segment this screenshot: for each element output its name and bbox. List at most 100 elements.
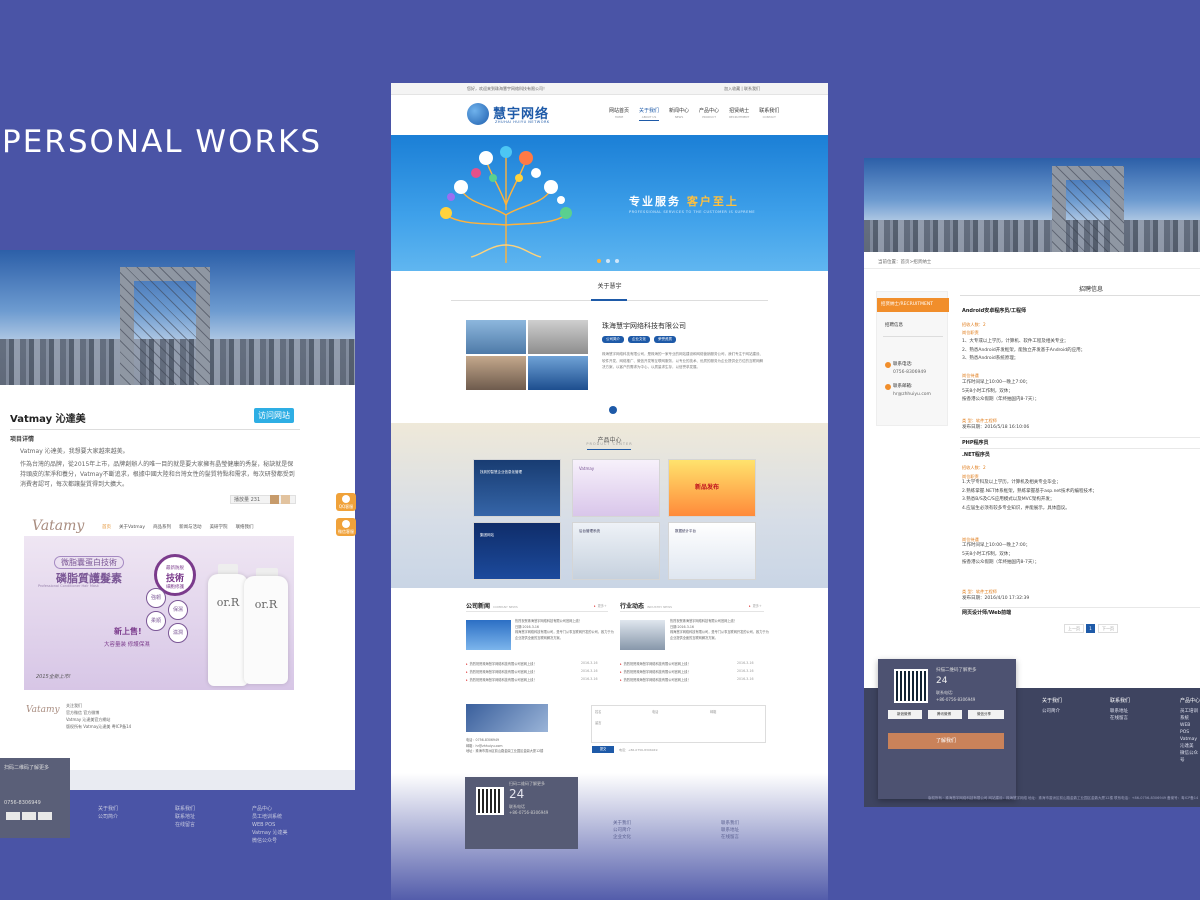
nav-about[interactable]: 关于我们 ABOUT US: [639, 107, 660, 121]
nav-news[interactable]: 新闻中心 NEWS: [669, 107, 689, 121]
like-button[interactable]: [281, 495, 290, 504]
qq-service-button[interactable]: QQ客服: [336, 493, 356, 511]
message-field[interactable]: 留言: [595, 720, 601, 725]
feature-circle: 柔順: [146, 611, 166, 631]
contact-info: 电话：0756-8306949 邮箱：hr@zhhuiyu.com 地址：珠海市…: [466, 738, 544, 753]
fade-overlay: [391, 773, 828, 900]
welcome-text: 您好，欢迎来到珠海慧宇网络科技有限公司！: [467, 86, 547, 91]
tencent-share-button[interactable]: 腾讯微博: [928, 710, 962, 719]
about-photos: [466, 320, 588, 390]
nav-contact[interactable]: 联系我们 CONTACT: [759, 107, 779, 121]
vatmay-nav-item[interactable]: 新闻与活动: [179, 524, 202, 530]
name-field[interactable]: 姓名: [595, 709, 601, 714]
wechat-service-button[interactable]: 微信客服: [336, 518, 356, 536]
left-footer-contact: 联系我们 联系地址 在线留言: [175, 806, 196, 828]
wechat-share-button[interactable]: 微信分享: [968, 710, 1004, 719]
share-button[interactable]: [270, 495, 279, 504]
about-tag[interactable]: 荣誉资质: [654, 336, 676, 343]
right-footer-products: 产品中心 员工培训系统 WEB POS Vatmay 沁達美 微信公众号: [1180, 698, 1200, 763]
top-links[interactable]: 加入收藏 | 联系我们: [724, 86, 760, 92]
about-tags: 公司简介 企业文化 荣誉资质: [602, 336, 676, 343]
breadcrumb: 当前位置：首页>招贤纳士: [878, 260, 932, 265]
product-thumb[interactable]: 数据统计平台: [668, 522, 756, 580]
news-item[interactable]: 热烈祝贺珠海慧宇网络科技有限公司官网上线！: [620, 661, 691, 666]
prev-page-button[interactable]: 上一页: [1064, 624, 1084, 633]
vatmay-nav: 首页 关于Vatmay 商品系列 新闻与活动 美研学院 联络我们: [102, 524, 254, 530]
sidebar-item-jobs[interactable]: 招聘信息: [885, 322, 903, 328]
about-section-title: 关于慧宇: [597, 283, 622, 290]
vatmay-footer-text: 关注我们 官方微信 官方微博 Vatmay 沁達美官方網站 版权所有 Vatma…: [66, 703, 132, 729]
news-image[interactable]: [620, 620, 665, 650]
left-footer-products: 产品中心 员工培训系统 WEB POS Vatmay 沁達美 微信公众号: [252, 806, 288, 844]
visit-site-button[interactable]: 访问网站: [254, 408, 294, 423]
hero-banner: 专业服务 客户至上 PROFESSIONAL SERVICES TO THE C…: [391, 135, 828, 271]
learn-more-button[interactable]: 了解我们: [888, 733, 1004, 749]
about-tag[interactable]: 企业文化: [628, 336, 650, 343]
nav-product[interactable]: 产品中心 PRODUCT: [699, 107, 719, 121]
tech-tree-illustration: [440, 146, 572, 263]
share-icon[interactable]: [22, 812, 36, 820]
job-title[interactable]: 网页设计师/Web前端: [962, 609, 1011, 616]
mid-footer-contact: 联系我们 联系地址 在线留言: [721, 821, 739, 840]
product-title-en: PRODUCT CENTER: [586, 442, 633, 446]
page-1-button[interactable]: 1: [1086, 624, 1095, 633]
hero-slogan-en: PROFESSIONAL SERVICES TO THE CUSTOMER IS…: [629, 210, 756, 214]
recruit-title: 招聘信息: [1079, 286, 1104, 293]
news-lead: 热烈祝贺珠海慧宇网络科技有限公司官网上线！ 日期:2016-3-16 珠海慧宇网…: [515, 619, 614, 640]
hero-slogan: 专业服务 客户至上: [629, 195, 739, 208]
sidebar-heading: 招贤纳士/RECRUITMENT: [877, 298, 949, 312]
banner-dot[interactable]: [606, 259, 610, 263]
product-thumb[interactable]: 集团网站: [473, 522, 561, 580]
product-bottle: or.R: [244, 576, 288, 684]
banner-dot[interactable]: [615, 259, 619, 263]
nav-recruitment[interactable]: 招贤纳士 RECRUITMENT: [729, 107, 749, 121]
about-tag[interactable]: 公司简介: [602, 336, 624, 343]
banner-dot[interactable]: [597, 259, 601, 263]
submit-note: 电话：+86-0756-8306949: [619, 748, 658, 752]
product-thumb[interactable]: 新品发布: [668, 459, 756, 517]
share-icon[interactable]: [6, 812, 20, 820]
feature-circle: 強韌: [146, 588, 166, 608]
news-more-link[interactable]: 更多+: [749, 603, 762, 608]
email-value[interactable]: hr@zhhuiyu.com: [893, 392, 931, 397]
main-nav: 网站首页 HOME 关于我们 ABOUT US 新闻中心 NEWS 产品中心 PRODU…: [609, 107, 779, 121]
job-title[interactable]: Android安卓程序员/工程师: [962, 307, 1026, 314]
product-thumb[interactable]: 找到的智慧企业信息化管理: [473, 459, 561, 517]
news-item[interactable]: 热烈祝贺珠海慧宇网络科技有限公司官网上线！: [620, 677, 691, 682]
vatmay-nav-item[interactable]: 首页: [102, 524, 111, 530]
job-title[interactable]: PHP程序员: [962, 439, 989, 446]
vatmay-nav-item[interactable]: 商品系列: [153, 524, 171, 530]
project-title-row: Vatmay 沁達美 访问网站: [10, 408, 300, 430]
weibo-share-button[interactable]: 新浪微博: [888, 710, 922, 719]
vatmay-nav-item[interactable]: 联络我们: [236, 524, 254, 530]
submit-button[interactable]: 提交: [592, 746, 614, 753]
more-button[interactable]: [609, 406, 617, 414]
next-page-button[interactable]: 下一页: [1098, 624, 1118, 633]
qr-card: 扫描二维码了解更多 24 联系电话: +86-0756-8306949 新浪微博 …: [878, 659, 1016, 799]
job-title[interactable]: .NET程序员: [962, 451, 990, 458]
industry-news-heading: 行业动态 INDUSTRY NEWS: [620, 603, 673, 610]
vatmay-nav-item[interactable]: 美研学院: [210, 524, 228, 530]
project-title: Vatmay 沁達美: [10, 414, 86, 425]
product-thumb[interactable]: 后台管理系统: [572, 522, 660, 580]
vatmay-logo: Vatamy: [32, 518, 85, 534]
news-item[interactable]: 热烈祝贺珠海慧宇网络科技有限公司官网上线！: [466, 677, 537, 682]
email-field[interactable]: 邮箱: [710, 709, 716, 714]
phone-field[interactable]: 电话: [652, 709, 658, 714]
banner-pill: 微脂囊蛋白技術: [54, 556, 124, 569]
share-icon[interactable]: [38, 812, 52, 820]
news-item[interactable]: 热烈祝贺珠海慧宇网络科技有限公司官网上线！: [466, 661, 537, 666]
nav-home[interactable]: 网站首页 HOME: [609, 107, 629, 121]
news-more-link[interactable]: 更多+: [594, 603, 607, 608]
copyright: 版权所有 · 珠海慧宇网络科技有限公司 网站建设：珠海慧宇网络 地址：珠海市香洲…: [928, 796, 1199, 800]
news-item[interactable]: 热烈祝贺珠海慧宇网络科技有限公司官网上线！: [620, 669, 691, 674]
news-item[interactable]: 热烈祝贺珠海慧宇网络科技有限公司官网上线！: [466, 669, 537, 674]
globe-logo-icon: [467, 103, 489, 125]
qr-code-icon: [476, 787, 504, 815]
hotline-value: 0756-8306949: [893, 370, 927, 375]
product-thumb[interactable]: Vatmay: [572, 459, 660, 517]
news-image[interactable]: [466, 620, 511, 650]
top-bar: 您好，欢迎来到珠海慧宇网络科技有限公司！ 加入收藏 | 联系我们: [391, 83, 828, 95]
mail-icon: [885, 384, 891, 390]
vatmay-nav-item[interactable]: 关于Vatmay: [119, 524, 145, 530]
